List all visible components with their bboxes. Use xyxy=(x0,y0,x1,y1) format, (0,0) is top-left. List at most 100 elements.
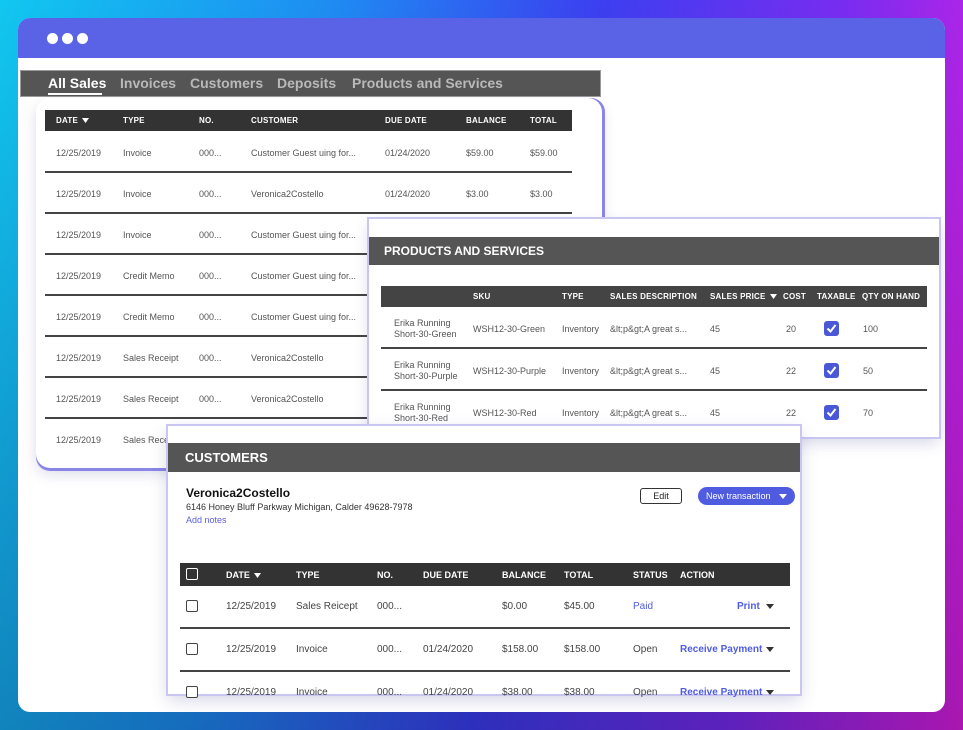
cell-due-date: 01/24/2020 xyxy=(385,189,431,199)
row-checkbox[interactable] xyxy=(186,643,198,655)
cell-date: 12/25/2019 xyxy=(226,687,277,698)
cell-date: 12/25/2019 xyxy=(226,601,277,612)
column-header-qty-on-hand: QTY ON HAND xyxy=(862,292,921,301)
cell-sales-description: &lt;p&gt;A great s... xyxy=(610,408,688,418)
cell-date: 12/25/2019 xyxy=(56,394,102,404)
chevron-down-icon[interactable] xyxy=(766,690,774,695)
cell-product-name: Erika Running xyxy=(394,360,451,370)
cell-due-date: 01/24/2020 xyxy=(423,687,474,698)
status-open: Open xyxy=(633,644,658,655)
cell-no: 000... xyxy=(377,644,403,655)
cell-product-name: Erika Running xyxy=(394,402,451,412)
column-header-total: TOTAL xyxy=(530,116,557,125)
customers-panel-title: CUSTOMERS xyxy=(185,450,268,465)
column-header-cost: COST xyxy=(783,292,807,301)
cell-due-date: 01/24/2020 xyxy=(385,148,431,158)
column-header-date[interactable]: DATE xyxy=(56,116,90,125)
select-all-checkbox[interactable] xyxy=(186,568,198,580)
window-dot-icon xyxy=(77,33,88,44)
print-action-link[interactable]: Print xyxy=(737,601,760,612)
cell-customer: Customer Guest uing for... xyxy=(251,230,357,240)
column-header-date[interactable]: DATE xyxy=(226,570,262,580)
cell-customer: Veronica2Costello xyxy=(251,353,324,363)
table-row[interactable]: 12/25/2019 Invoice 000... Customer Guest… xyxy=(45,132,572,173)
cell-sku: WSH12-30-Green xyxy=(473,324,546,334)
window-titlebar xyxy=(18,18,945,58)
chevron-down-icon[interactable] xyxy=(766,647,774,652)
cell-type: Credit Memo xyxy=(123,312,175,322)
cell-no: 000... xyxy=(377,601,403,612)
receive-payment-link[interactable]: Receive Payment xyxy=(680,644,762,655)
cell-date: 12/25/2019 xyxy=(226,644,277,655)
receive-payment-link[interactable]: Receive Payment xyxy=(680,687,762,698)
cell-total: $38.00 xyxy=(564,687,595,698)
edit-button[interactable]: Edit xyxy=(640,488,682,504)
cell-balance: $0.00 xyxy=(502,601,528,612)
cell-sales-description: &lt;p&gt;A great s... xyxy=(610,366,688,376)
taxable-checkbox-checked-icon[interactable] xyxy=(824,321,839,336)
table-row[interactable]: Erika Running Short-30-Purple WSH12-30-P… xyxy=(381,349,927,391)
cell-cost: 20 xyxy=(786,324,797,334)
column-header-taxable: TAXABLE xyxy=(817,292,856,301)
column-header-balance: BALANCE xyxy=(502,570,546,580)
column-header-type: TYPE xyxy=(296,570,320,580)
column-header-due-date: DUE DATE xyxy=(385,116,427,125)
new-transaction-button[interactable]: New transaction xyxy=(698,487,795,505)
tab-deposits[interactable]: Deposits xyxy=(277,75,336,91)
cell-qty-on-hand: 70 xyxy=(863,408,874,418)
row-checkbox[interactable] xyxy=(186,600,198,612)
cell-cost: 22 xyxy=(786,408,797,418)
cell-no: 000... xyxy=(199,189,222,199)
sort-down-icon xyxy=(82,118,90,123)
cell-sku: WSH12-30-Purple xyxy=(473,366,547,376)
taxable-checkbox-checked-icon[interactable] xyxy=(824,363,839,378)
cell-type: Sales Reicept xyxy=(296,601,358,612)
table-row[interactable]: Erika Running Short-30-Green WSH12-30-Gr… xyxy=(381,307,927,349)
cell-no: 000... xyxy=(199,148,222,158)
table-row[interactable]: 12/25/2019 Invoice 000... Veronica2Coste… xyxy=(45,173,572,214)
status-open: Open xyxy=(633,687,658,698)
cell-type: Inventory xyxy=(562,408,600,418)
tab-products-and-services[interactable]: Products and Services xyxy=(352,75,503,91)
column-header-sku: SKU xyxy=(473,292,491,301)
column-header-sales-description: SALES DESCRIPTION xyxy=(610,292,697,301)
column-header-sales-price[interactable]: SALES PRICE xyxy=(710,292,777,301)
column-header-customer: CUSTOMER xyxy=(251,116,299,125)
column-header-status: STATUS xyxy=(633,570,668,580)
cell-no: 000... xyxy=(199,312,222,322)
column-header-action: ACTION xyxy=(680,570,715,580)
column-header-total: TOTAL xyxy=(564,570,594,580)
cell-type: Invoice xyxy=(296,644,328,655)
taxable-checkbox-checked-icon[interactable] xyxy=(824,405,839,420)
cell-date: 12/25/2019 xyxy=(56,312,102,322)
cell-type: Invoice xyxy=(123,148,152,158)
cell-customer: Customer Guest uing for... xyxy=(251,148,357,158)
table-row[interactable]: 12/25/2019 Invoice 000... 01/24/2020 $38… xyxy=(180,672,790,712)
products-table-header: SKU TYPE SALES DESCRIPTION SALES PRICE C… xyxy=(381,286,927,307)
tab-customers[interactable]: Customers xyxy=(190,75,263,91)
column-header-type: TYPE xyxy=(562,292,584,301)
customers-panel-header: CUSTOMERS xyxy=(168,443,800,472)
add-notes-link[interactable]: Add notes xyxy=(186,515,227,525)
cell-due-date: 01/24/2020 xyxy=(423,644,474,655)
cell-type: Sales Receipt xyxy=(123,353,179,363)
column-header-no: NO. xyxy=(199,116,214,125)
cell-type: Sales Rece xyxy=(123,435,170,445)
cell-type: Credit Memo xyxy=(123,271,175,281)
tab-all-sales[interactable]: All Sales xyxy=(48,75,106,91)
cell-date: 12/25/2019 xyxy=(56,435,102,445)
table-row[interactable]: 12/25/2019 Sales Reicept 000... $0.00 $4… xyxy=(180,586,790,629)
cell-type: Inventory xyxy=(562,366,600,376)
sort-down-icon xyxy=(769,294,777,299)
cell-total: $158.00 xyxy=(564,644,601,655)
table-row[interactable]: 12/25/2019 Invoice 000... 01/24/2020 $15… xyxy=(180,629,790,672)
cell-no: 000... xyxy=(377,687,403,698)
chevron-down-icon[interactable] xyxy=(766,604,774,609)
customers-card: CUSTOMERS Veronica2Costello 6146 Honey B… xyxy=(168,426,800,698)
cell-customer: Customer Guest uing for... xyxy=(251,312,357,322)
cell-balance: $38.00 xyxy=(502,687,533,698)
cell-product-name: Erika Running xyxy=(394,318,451,328)
customer-address: 6146 Honey Bluff Parkway Michigan, Calde… xyxy=(186,502,413,512)
row-checkbox[interactable] xyxy=(186,686,198,698)
tab-invoices[interactable]: Invoices xyxy=(120,75,176,91)
